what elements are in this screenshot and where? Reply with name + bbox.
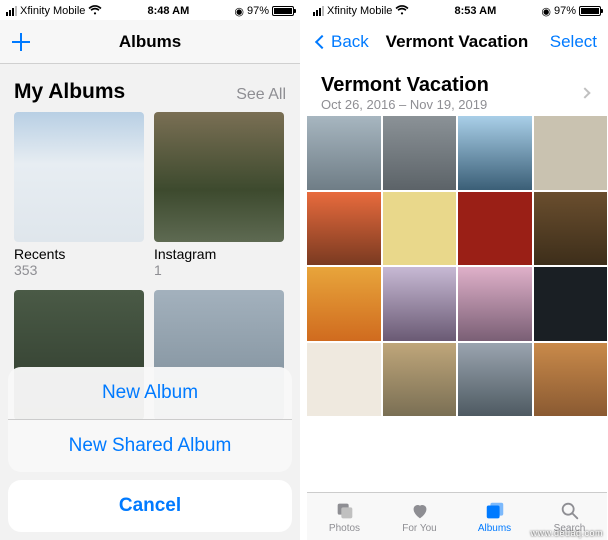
status-time: 8:48 AM (102, 5, 234, 17)
signal-bars-icon (313, 6, 324, 16)
albums-tab-icon (483, 500, 507, 522)
album-date-range: Oct 26, 2016 – Nov 19, 2019 (321, 97, 489, 112)
battery-icon (579, 6, 601, 16)
back-button[interactable]: Back (317, 32, 369, 52)
status-bar: Xfinity Mobile 8:48 AM ◉ 97% (0, 0, 300, 20)
phone-album-detail-screen: Xfinity Mobile 8:53 AM ◉ 97% Back Vermon… (307, 0, 607, 540)
photo-thumb[interactable] (307, 192, 381, 266)
photo-thumb[interactable] (458, 192, 532, 266)
photo-thumb[interactable] (534, 267, 608, 341)
add-album-button[interactable] (10, 31, 32, 53)
section-title: My Albums (14, 80, 125, 104)
new-shared-album-button[interactable]: New Shared Album (8, 419, 292, 472)
album-thumb (14, 112, 144, 242)
tab-photos[interactable]: Photos (307, 493, 382, 540)
status-time: 8:53 AM (409, 5, 541, 17)
tab-label: Photos (329, 523, 360, 534)
photo-thumb[interactable] (534, 116, 608, 190)
tab-label: For You (402, 523, 436, 534)
photo-thumb[interactable] (383, 192, 457, 266)
status-right: ◉ 97% (234, 5, 294, 18)
phone-albums-screen: Xfinity Mobile 8:48 AM ◉ 97% Albums My A… (0, 0, 300, 540)
see-all-link[interactable]: See All (236, 86, 286, 104)
chevron-right-icon (579, 87, 590, 98)
alarm-icon: ◉ (234, 5, 244, 18)
sheet-cancel-group: Cancel (8, 480, 292, 532)
wifi-icon (395, 5, 409, 18)
battery-pct: 97% (554, 5, 576, 17)
album-count: 1 (154, 262, 284, 278)
nav-bar: Albums (0, 20, 300, 64)
for-you-tab-icon (408, 500, 432, 522)
carrier-name: Xfinity Mobile (327, 5, 392, 17)
photo-thumb[interactable] (458, 116, 532, 190)
watermark: www.deuaq.com (530, 528, 603, 538)
album-item[interactable]: Instagram 1 (154, 112, 284, 278)
alarm-icon: ◉ (541, 5, 551, 18)
status-bar: Xfinity Mobile 8:53 AM ◉ 97% (307, 0, 607, 20)
status-right: ◉ 97% (541, 5, 601, 18)
photo-thumb[interactable] (458, 343, 532, 417)
nav-bar: Back Vermont Vacation Select (307, 20, 607, 64)
sheet-group: New Album New Shared Album (8, 367, 292, 472)
chevron-left-icon (315, 35, 329, 49)
album-thumb (154, 112, 284, 242)
plus-icon (10, 31, 32, 53)
status-left: Xfinity Mobile (313, 5, 409, 18)
album-item[interactable]: Recents 353 (14, 112, 144, 278)
wifi-icon (88, 5, 102, 18)
album-row[interactable]: Recents 353 Instagram 1 R (0, 112, 300, 278)
nav-title: Albums (119, 32, 181, 52)
nav-title: Vermont Vacation (386, 32, 529, 52)
photo-grid[interactable] (307, 114, 607, 416)
section-header: My Albums See All (0, 64, 300, 112)
tab-albums[interactable]: Albums (457, 493, 532, 540)
album-name: Instagram (154, 246, 284, 262)
status-left: Xfinity Mobile (6, 5, 102, 18)
album-name: Recents (14, 246, 144, 262)
tab-label: Albums (478, 523, 511, 534)
new-album-button[interactable]: New Album (8, 367, 292, 419)
back-label: Back (331, 32, 369, 52)
photo-thumb[interactable] (534, 192, 608, 266)
photo-thumb[interactable] (458, 267, 532, 341)
carrier-name: Xfinity Mobile (20, 5, 85, 17)
album-header[interactable]: Vermont Vacation Oct 26, 2016 – Nov 19, … (307, 64, 607, 114)
signal-bars-icon (6, 6, 17, 16)
action-sheet: New Album New Shared Album Cancel (0, 359, 300, 540)
battery-icon (272, 6, 294, 16)
album-title: Vermont Vacation (321, 74, 489, 97)
photos-tab-icon (333, 500, 357, 522)
photo-thumb[interactable] (383, 267, 457, 341)
cancel-button[interactable]: Cancel (8, 480, 292, 532)
photo-thumb[interactable] (307, 343, 381, 417)
tab-for-you[interactable]: For You (382, 493, 457, 540)
photo-thumb[interactable] (383, 116, 457, 190)
search-tab-icon (558, 500, 582, 522)
album-header-text: Vermont Vacation Oct 26, 2016 – Nov 19, … (321, 74, 489, 112)
battery-pct: 97% (247, 5, 269, 17)
photo-thumb[interactable] (307, 116, 381, 190)
photo-thumb[interactable] (383, 343, 457, 417)
photo-thumb[interactable] (534, 343, 608, 417)
album-count: 353 (14, 262, 144, 278)
photo-thumb[interactable] (307, 267, 381, 341)
select-button[interactable]: Select (550, 32, 597, 52)
